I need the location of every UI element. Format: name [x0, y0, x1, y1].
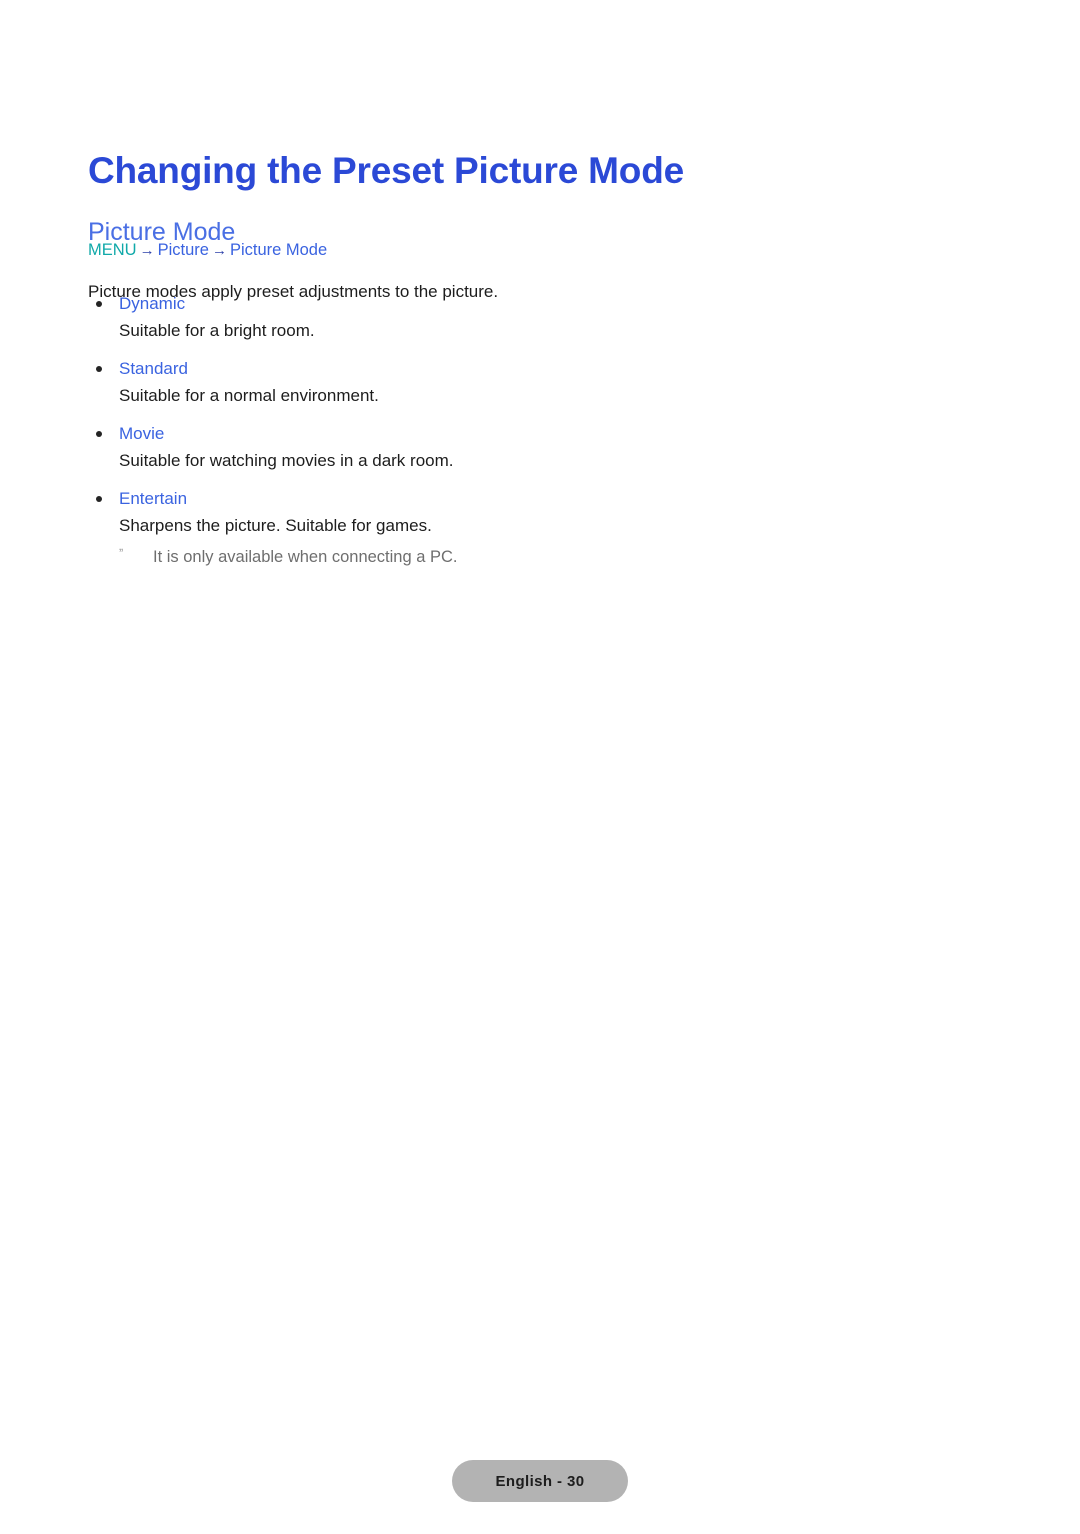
list-item-label: Entertain: [119, 489, 188, 508]
page-number-label: English - 30: [495, 1472, 585, 1490]
list-item-description: Sharpens the picture. Suitable for games…: [119, 516, 432, 535]
arrow-right-icon: →: [211, 242, 227, 259]
list-item-label: Standard: [119, 359, 188, 378]
picture-mode-list: Dynamic Suitable for a bright room. Stan…: [88, 292, 848, 583]
list-item: Entertain Sharpens the picture. Suitable…: [88, 487, 848, 569]
list-item-description: Suitable for a normal environment.: [119, 386, 379, 405]
bullet-dot-icon: [96, 496, 102, 502]
list-item-description: Suitable for watching movies in a dark r…: [119, 451, 454, 470]
note-marker-icon: ˮ: [119, 546, 123, 561]
breadcrumb-item-menu: MENU: [88, 241, 137, 259]
note-row: ˮ It is only available when connecting a…: [119, 545, 848, 569]
note-text: It is only available when connecting a P…: [153, 548, 458, 566]
breadcrumb-item-picture: Picture: [157, 241, 209, 259]
list-item-label: Dynamic: [119, 294, 186, 313]
arrow-right-icon: →: [139, 242, 155, 259]
menu-breadcrumb: MENU → Picture → Picture Mode: [88, 240, 327, 261]
bullet-dot-icon: [96, 301, 102, 307]
page-footer-badge: English - 30: [452, 1460, 628, 1502]
list-item: Dynamic Suitable for a bright room.: [88, 292, 848, 343]
bullet-dot-icon: [96, 366, 102, 372]
list-item: Standard Suitable for a normal environme…: [88, 357, 848, 408]
list-item-description: Suitable for a bright room.: [119, 321, 315, 340]
document-page: Changing the Preset Picture Mode Picture…: [0, 0, 1080, 1534]
list-item: Movie Suitable for watching movies in a …: [88, 422, 848, 473]
bullet-dot-icon: [96, 431, 102, 437]
breadcrumb-item-picture-mode: Picture Mode: [229, 241, 328, 259]
list-item-label: Movie: [119, 424, 165, 443]
page-title: Changing the Preset Picture Mode: [88, 149, 684, 191]
